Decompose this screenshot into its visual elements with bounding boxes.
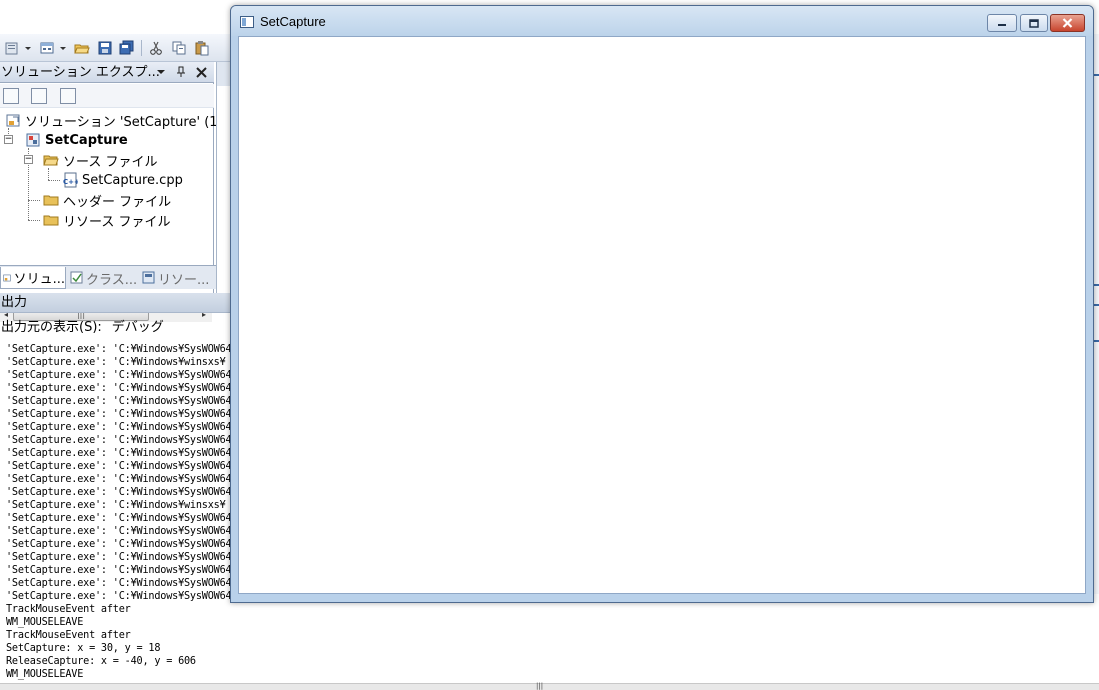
panel-tabs: ソリュ... クラス... リソー... bbox=[0, 265, 230, 289]
svg-text:C++: C++ bbox=[63, 178, 78, 186]
copy-icon[interactable] bbox=[170, 39, 188, 57]
pin-icon[interactable] bbox=[174, 65, 188, 79]
setcapture-window[interactable]: SetCapture bbox=[230, 5, 1094, 603]
ide-toolbar bbox=[0, 34, 240, 62]
output-line: TrackMouseEvent after bbox=[6, 604, 131, 615]
collapse-toggle[interactable]: − bbox=[4, 135, 13, 144]
output-horizontal-scrollbar[interactable]: ||| bbox=[0, 682, 1099, 690]
chevron-down-icon[interactable] bbox=[58, 39, 68, 57]
class-view-icon bbox=[70, 271, 83, 284]
solution-explorer-title: ソリューション エクスプ... bbox=[1, 65, 160, 80]
output-panel-title: 出力 bbox=[0, 293, 232, 313]
open-file-icon[interactable] bbox=[73, 39, 91, 57]
cpp-file-icon: C++ bbox=[63, 172, 78, 188]
window-title-bar[interactable]: SetCapture bbox=[231, 6, 1093, 36]
output-source-row: 出力元の表示(S): デバッグ bbox=[0, 316, 232, 340]
header-folder-label: ヘッダー ファイル bbox=[63, 194, 172, 210]
window-title: SetCapture bbox=[260, 14, 326, 29]
solution-tab-icon bbox=[3, 274, 11, 281]
tree-item-resource-files[interactable]: リソース ファイル bbox=[43, 210, 170, 230]
tab-solution-explorer[interactable]: ソリュ... bbox=[0, 267, 66, 289]
toolbar-separator bbox=[141, 40, 142, 56]
solution-icon bbox=[6, 114, 20, 127]
output-line: TrackMouseEvent after bbox=[6, 630, 131, 641]
close-button[interactable] bbox=[1050, 14, 1085, 32]
maximize-button[interactable] bbox=[1020, 14, 1048, 32]
output-source-label: 出力元の表示(S): bbox=[1, 320, 102, 335]
folder-icon bbox=[43, 195, 59, 206]
solution-label: ソリューション 'SetCapture' (1 プ bbox=[25, 114, 235, 130]
close-icon bbox=[1062, 18, 1073, 28]
minimize-icon bbox=[998, 24, 1006, 26]
show-all-files-icon[interactable] bbox=[3, 88, 19, 104]
properties-icon[interactable] bbox=[31, 88, 47, 104]
tree-item-header-files[interactable]: ヘッダー ファイル bbox=[43, 190, 171, 210]
open-folder-icon bbox=[43, 155, 59, 166]
solution-explorer-panel: ソリューション エクスプ... ソリューション 'SetCapture' (1 … bbox=[0, 62, 235, 322]
solution-explorer-toolbar bbox=[0, 84, 214, 108]
screen: ソリューション エクスプ... ソリューション 'SetCapture' (1 … bbox=[0, 0, 1099, 690]
output-line: WM_MOUSELEAVE bbox=[6, 617, 84, 628]
tab-class-view[interactable]: クラス... bbox=[68, 267, 138, 289]
output-line: WM_MOUSELEAVE bbox=[6, 669, 84, 680]
resource-folder-label: リソース ファイル bbox=[63, 214, 171, 230]
maximize-icon bbox=[1029, 18, 1039, 28]
chevron-down-icon[interactable] bbox=[154, 65, 168, 79]
tree-item-source-files[interactable]: ソース ファイル bbox=[43, 150, 157, 170]
chevron-down-icon[interactable] bbox=[23, 39, 33, 57]
paste-icon[interactable] bbox=[193, 39, 211, 57]
source-folder-label: ソース ファイル bbox=[63, 154, 158, 170]
collapse-toggle[interactable]: − bbox=[24, 155, 33, 164]
minimize-button[interactable] bbox=[987, 14, 1017, 32]
output-line: ReleaseCapture: x = -40, y = 606 bbox=[6, 656, 196, 667]
close-icon[interactable] bbox=[194, 65, 208, 79]
tab-label: ソリュ... bbox=[13, 272, 65, 287]
project-label: SetCapture bbox=[45, 132, 128, 148]
solution-explorer-title-bar: ソリューション エクスプ... bbox=[0, 62, 214, 83]
tree-item-project[interactable]: SetCapture bbox=[25, 130, 128, 150]
output-line: SetCapture: x = 30, y = 18 bbox=[6, 643, 161, 654]
window-client-area[interactable] bbox=[238, 36, 1086, 594]
scroll-grip-icon[interactable]: ||| bbox=[536, 682, 543, 690]
tab-label: クラス... bbox=[86, 272, 138, 288]
tab-label: リソー... bbox=[158, 272, 210, 288]
tab-resource-view[interactable]: リソー... bbox=[140, 267, 210, 289]
save-icon[interactable] bbox=[96, 39, 114, 57]
folder-icon bbox=[43, 215, 59, 226]
tree-item-solution[interactable]: ソリューション 'SetCapture' (1 プ bbox=[5, 110, 235, 130]
new-project-icon[interactable] bbox=[3, 39, 21, 57]
source-file-label: SetCapture.cpp bbox=[82, 172, 183, 188]
project-icon bbox=[26, 133, 40, 147]
tree-item-source-file[interactable]: C++ SetCapture.cpp bbox=[62, 170, 183, 190]
add-item-icon[interactable] bbox=[38, 39, 56, 57]
output-source-select[interactable]: デバッグ bbox=[112, 320, 164, 335]
cut-icon[interactable] bbox=[147, 39, 165, 57]
app-icon[interactable] bbox=[240, 16, 254, 28]
view-code-icon[interactable] bbox=[60, 88, 76, 104]
resource-view-icon bbox=[142, 271, 155, 284]
save-all-icon[interactable] bbox=[118, 39, 136, 57]
